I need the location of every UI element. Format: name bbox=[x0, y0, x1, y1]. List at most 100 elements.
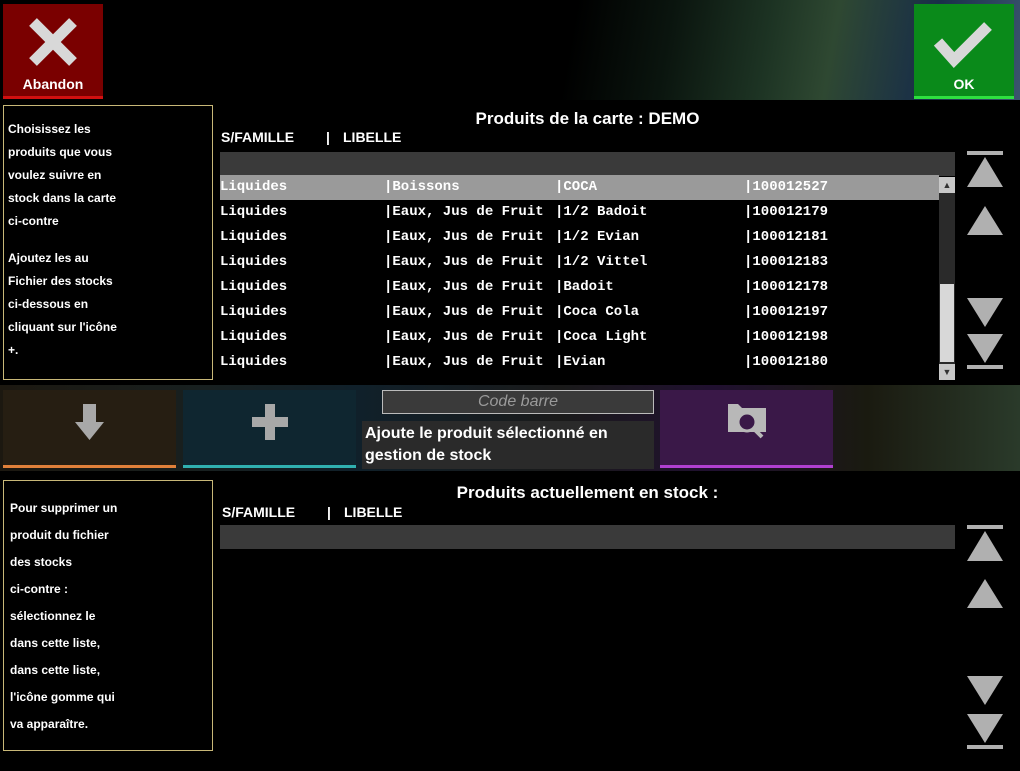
cell-libelle: |Coca Light bbox=[555, 329, 648, 345]
help-line: des stocks bbox=[10, 555, 73, 569]
stock-products-list[interactable] bbox=[220, 550, 955, 750]
help-line: ci-dessous en bbox=[8, 297, 89, 311]
card-products-title: Produits de la carte : DEMO bbox=[475, 109, 700, 128]
help-line: stock dans la carte bbox=[8, 191, 117, 205]
scroll-down-arrow-icon[interactable]: ▼ bbox=[939, 364, 955, 380]
cell-code: |100012178 bbox=[744, 279, 829, 295]
cell-libelle: |Evian bbox=[555, 354, 606, 370]
table-row[interactable]: Liquides |Boissons |COCA |100012527 bbox=[220, 175, 939, 200]
cell-famille: Liquides bbox=[220, 204, 288, 220]
help-line: produit du fichier bbox=[10, 528, 109, 542]
cell-famille: Liquides bbox=[220, 279, 288, 295]
cell-sousfamille: |Eaux, Jus de Fruit bbox=[384, 304, 544, 320]
stock-products-title: Produits actuellement en stock : bbox=[456, 483, 719, 502]
abandon-label: Abandon bbox=[22, 76, 84, 92]
help-line: voulez suivre en bbox=[8, 168, 102, 182]
cell-libelle: |Badoit bbox=[555, 279, 614, 295]
plus-icon bbox=[252, 404, 288, 440]
arrow-down-icon bbox=[75, 404, 104, 440]
help-line: ci-contre bbox=[8, 214, 59, 228]
cell-libelle: |1/2 Evian bbox=[555, 229, 640, 245]
first-page-icon[interactable] bbox=[966, 151, 1004, 191]
help-line: Choisissez les bbox=[8, 122, 91, 136]
page-up-icon[interactable] bbox=[966, 578, 1004, 610]
cell-sousfamille: |Eaux, Jus de Fruit bbox=[384, 229, 544, 245]
cell-famille: Liquides bbox=[220, 329, 288, 345]
help-line: dans cette liste, bbox=[10, 636, 101, 650]
cell-sousfamille: |Eaux, Jus de Fruit bbox=[384, 329, 544, 345]
table-row[interactable]: Liquides |Eaux, Jus de Fruit |Evian |100… bbox=[220, 350, 939, 375]
help-line: Fichier des stocks bbox=[8, 274, 113, 288]
cell-sousfamille: |Eaux, Jus de Fruit bbox=[384, 254, 544, 270]
table-row[interactable]: Liquides |Eaux, Jus de Fruit |Badoit |10… bbox=[220, 275, 939, 300]
check-icon bbox=[933, 22, 992, 69]
scroll-thumb[interactable] bbox=[940, 284, 954, 362]
first-page-icon[interactable] bbox=[966, 525, 1004, 565]
cell-code: |100012198 bbox=[744, 329, 829, 345]
cell-sousfamille: |Eaux, Jus de Fruit bbox=[384, 354, 544, 370]
help-line: +. bbox=[8, 343, 19, 357]
cell-famille: Liquides bbox=[220, 254, 288, 270]
move-down-button[interactable] bbox=[3, 390, 176, 468]
col-header-separator: | bbox=[327, 504, 331, 520]
close-icon bbox=[29, 18, 77, 66]
card-filter-bar[interactable] bbox=[220, 152, 955, 176]
last-page-icon[interactable] bbox=[966, 333, 1004, 371]
cell-code: |100012197 bbox=[744, 304, 829, 320]
cell-sousfamille: |Eaux, Jus de Fruit bbox=[384, 204, 544, 220]
help-box-top: Choisissez les produits que vous voulez … bbox=[3, 105, 213, 380]
folder-search-icon bbox=[728, 404, 766, 439]
help-line: produits que vous bbox=[8, 145, 113, 159]
cell-famille: Liquides bbox=[220, 304, 288, 320]
cell-famille: Liquides bbox=[220, 179, 288, 195]
help-line: Ajoutez les au bbox=[8, 251, 89, 265]
page-up-icon[interactable] bbox=[966, 205, 1004, 237]
help-line: cliquant sur l'icône bbox=[8, 320, 117, 334]
col-header-libelle: LIBELLE bbox=[343, 129, 402, 145]
last-page-icon[interactable] bbox=[966, 713, 1004, 751]
help-line: ci-contre : bbox=[10, 582, 69, 596]
table-row[interactable]: Liquides |Eaux, Jus de Fruit |1/2 Badoit… bbox=[220, 200, 939, 225]
cell-libelle: |1/2 Vittel bbox=[555, 254, 648, 270]
help-line: dans cette liste, bbox=[10, 663, 101, 677]
cell-code: |100012179 bbox=[744, 204, 829, 220]
col-header-sfamille: S/FAMILLE bbox=[221, 129, 295, 145]
table-row[interactable]: Liquides |Eaux, Jus de Fruit |Coca Light… bbox=[220, 325, 939, 350]
col-header-sfamille: S/FAMILLE bbox=[222, 504, 296, 520]
abandon-button[interactable]: Abandon bbox=[3, 4, 103, 99]
cell-famille: Liquides bbox=[220, 229, 288, 245]
help-line: Pour supprimer un bbox=[10, 501, 118, 515]
cell-libelle: |COCA bbox=[555, 179, 598, 195]
help-line: sélectionnez le bbox=[10, 609, 96, 623]
card-products-list[interactable]: Liquides |Boissons |COCA |100012527 Liqu… bbox=[220, 175, 939, 380]
help-box-bottom: Pour supprimer un produit du fichier des… bbox=[3, 480, 213, 751]
cell-libelle: |1/2 Badoit bbox=[555, 204, 648, 220]
page-down-icon[interactable] bbox=[966, 675, 1004, 707]
table-row[interactable]: Liquides |Eaux, Jus de Fruit |1/2 Vittel… bbox=[220, 250, 939, 275]
page-down-icon[interactable] bbox=[966, 297, 1004, 329]
col-header-libelle: LIBELLE bbox=[344, 504, 403, 520]
scroll-up-arrow-icon[interactable]: ▲ bbox=[939, 177, 955, 193]
ok-label: OK bbox=[953, 76, 975, 92]
help-line: l'icône gomme qui bbox=[10, 690, 115, 704]
barcode-input[interactable]: Code barre bbox=[382, 390, 654, 414]
help-line: va apparaître. bbox=[10, 717, 89, 731]
stock-filter-bar[interactable] bbox=[220, 525, 955, 549]
cell-code: |100012181 bbox=[744, 229, 829, 245]
table-row[interactable]: Liquides |Eaux, Jus de Fruit |1/2 Evian … bbox=[220, 225, 939, 250]
cell-code: |100012527 bbox=[744, 179, 829, 195]
card-list-scrollbar[interactable]: ▲ ▼ bbox=[939, 177, 955, 380]
col-header-separator: | bbox=[326, 129, 330, 145]
table-row[interactable]: Liquides |Eaux, Jus de Fruit |Coca Cola … bbox=[220, 300, 939, 325]
cell-libelle: |Coca Cola bbox=[555, 304, 640, 320]
cell-famille: Liquides bbox=[220, 354, 288, 370]
search-product-button[interactable] bbox=[660, 390, 833, 468]
cell-sousfamille: |Eaux, Jus de Fruit bbox=[384, 279, 544, 295]
add-to-stock-button[interactable] bbox=[183, 390, 356, 468]
add-tooltip: Ajoute le produit sélectionné en gestion… bbox=[362, 421, 654, 469]
cell-sousfamille: |Boissons bbox=[384, 179, 460, 195]
ok-button[interactable]: OK bbox=[914, 4, 1014, 99]
cell-code: |100012183 bbox=[744, 254, 829, 270]
cell-code: |100012180 bbox=[744, 354, 829, 370]
help-line bbox=[8, 233, 208, 247]
